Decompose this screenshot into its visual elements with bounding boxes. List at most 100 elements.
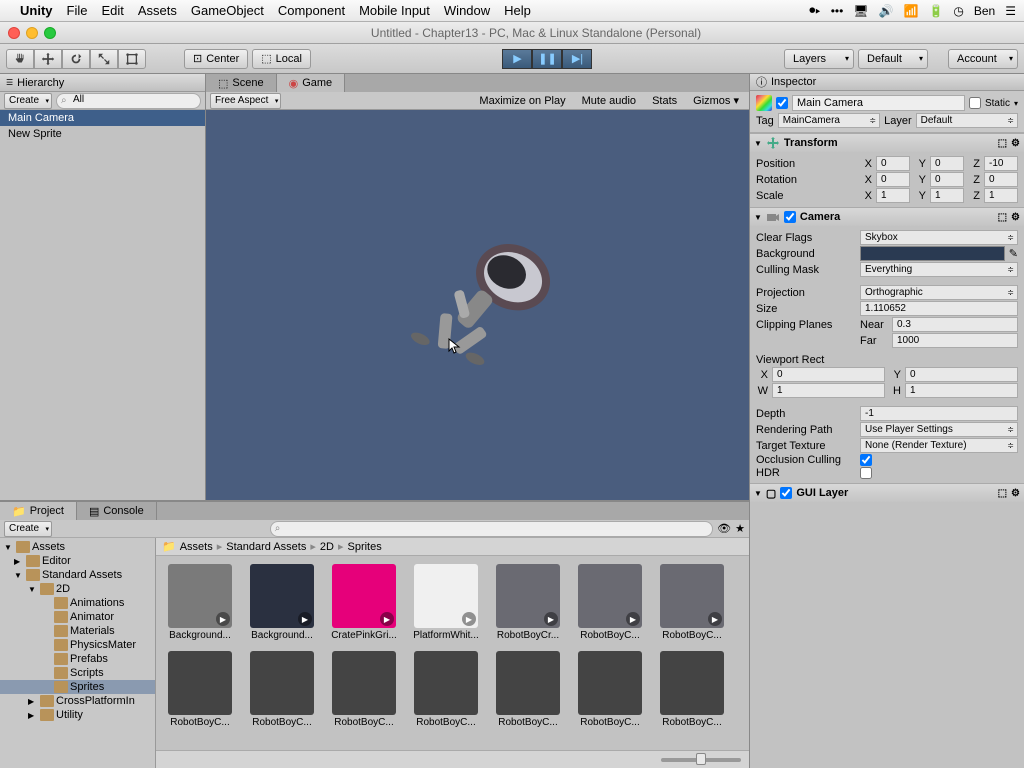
rendering-path-dropdown[interactable]: Use Player Settings (860, 422, 1018, 437)
tree-scripts[interactable]: Scripts (0, 666, 155, 680)
rotation-y-input[interactable] (930, 172, 964, 187)
mute-toggle[interactable]: Mute audio (576, 95, 642, 107)
viewport-w-input[interactable] (772, 383, 885, 398)
pivot-local-button[interactable]: ⬚Local (252, 49, 311, 69)
hierarchy-item-main-camera[interactable]: Main Camera (0, 110, 205, 126)
layout-dropdown[interactable]: Default (858, 49, 928, 69)
hierarchy-search-input[interactable]: All (56, 93, 201, 109)
aspect-dropdown[interactable]: Free Aspect (210, 93, 281, 109)
tree-animator[interactable]: Animator (0, 610, 155, 624)
filter-icon[interactable]: 👁 (717, 522, 731, 535)
tree-assets[interactable]: ▼Assets (0, 540, 155, 554)
maximize-toggle[interactable]: Maximize on Play (473, 95, 571, 107)
pause-button[interactable]: ❚❚ (532, 49, 562, 69)
scale-z-input[interactable] (984, 188, 1018, 203)
console-tab[interactable]: ▤Console (77, 502, 157, 520)
viewport-x-input[interactable] (772, 367, 885, 382)
position-y-input[interactable] (930, 156, 964, 171)
username[interactable]: Ben (974, 4, 995, 18)
project-create-dropdown[interactable]: Create (4, 521, 52, 537)
menu-file[interactable]: File (67, 3, 88, 18)
asset-item[interactable]: RobotBoyC... (410, 651, 482, 728)
breadcrumb-item[interactable]: 2D (320, 541, 334, 553)
display-icon[interactable]: 🖥 (853, 4, 868, 18)
account-dropdown[interactable]: Account (948, 49, 1018, 69)
help-icon[interactable]: ⬚ (998, 212, 1007, 223)
collapse-icon[interactable]: ▼ (754, 139, 762, 148)
menu-edit[interactable]: Edit (101, 3, 123, 18)
rotation-x-input[interactable] (876, 172, 910, 187)
tree-sprites[interactable]: Sprites (0, 680, 155, 694)
clear-flags-dropdown[interactable]: Skybox (860, 230, 1018, 245)
menu-help[interactable]: Help (504, 3, 531, 18)
asset-item[interactable]: ▶RobotBoyCr... (492, 564, 564, 641)
background-color-field[interactable] (860, 246, 1005, 261)
active-checkbox[interactable] (776, 97, 788, 109)
hierarchy-create-dropdown[interactable]: Create (4, 93, 52, 109)
play-button[interactable]: ▶ (502, 49, 532, 69)
tag-dropdown[interactable]: MainCamera (778, 113, 880, 128)
tree-materials[interactable]: Materials (0, 624, 155, 638)
rotate-tool-button[interactable] (62, 49, 90, 69)
hierarchy-tab[interactable]: ☰ Hierarchy (0, 74, 205, 92)
asset-item[interactable]: RobotBoyC... (328, 651, 400, 728)
menu-window[interactable]: Window (444, 3, 490, 18)
layer-dropdown[interactable]: Default (916, 113, 1018, 128)
tree-2d[interactable]: ▼2D (0, 582, 155, 596)
tree-crossplatform[interactable]: ▶CrossPlatformIn (0, 694, 155, 708)
maximize-window-button[interactable] (44, 27, 56, 39)
clock-icon[interactable]: ◷ (953, 4, 963, 18)
layers-dropdown[interactable]: Layers (784, 49, 854, 69)
hand-tool-button[interactable] (6, 49, 34, 69)
menu-unity[interactable]: Unity (20, 3, 53, 18)
position-z-input[interactable] (984, 156, 1018, 171)
asset-item[interactable]: ▶Background... (246, 564, 318, 641)
minimize-window-button[interactable] (26, 27, 38, 39)
asset-item[interactable]: ▶CratePinkGri... (328, 564, 400, 641)
close-window-button[interactable] (8, 27, 20, 39)
occlusion-checkbox[interactable] (860, 454, 872, 466)
gui-layer-checkbox[interactable] (780, 487, 792, 499)
breadcrumb-item[interactable]: Sprites (347, 541, 381, 553)
step-button[interactable]: ▶| (562, 49, 592, 69)
pivot-center-button[interactable]: ⊡Center (184, 49, 248, 69)
hierarchy-item-new-sprite[interactable]: New Sprite (0, 126, 205, 142)
size-input[interactable] (860, 301, 1018, 316)
dots-icon[interactable]: ••• (831, 4, 844, 18)
project-tab[interactable]: 📁Project (0, 502, 77, 520)
collapse-icon[interactable]: ▼ (754, 213, 762, 222)
transform-header[interactable]: ▼ Transform ⬚ ⚙ (750, 134, 1024, 152)
asset-item[interactable]: RobotBoyC... (492, 651, 564, 728)
scale-tool-button[interactable] (90, 49, 118, 69)
asset-item[interactable]: RobotBoyC... (164, 651, 236, 728)
viewport-h-input[interactable] (905, 383, 1018, 398)
menu-assets[interactable]: Assets (138, 3, 177, 18)
far-input[interactable] (892, 333, 1018, 348)
help-icon[interactable]: ⬚ (998, 138, 1007, 149)
inspector-tab[interactable]: ⓘ Inspector (750, 74, 1024, 91)
object-name-input[interactable] (792, 95, 965, 111)
breadcrumb-item[interactable]: Standard Assets (226, 541, 306, 553)
eyedropper-icon[interactable]: ✎ (1009, 247, 1018, 260)
breadcrumb-item[interactable]: Assets (180, 541, 213, 553)
gui-layer-header[interactable]: ▼▢GUI Layer⬚⚙ (750, 484, 1024, 502)
menu-component[interactable]: Component (278, 3, 345, 18)
asset-item[interactable]: ▶RobotBoyC... (574, 564, 646, 641)
volume-icon[interactable]: 🔊 (879, 4, 894, 18)
position-x-input[interactable] (876, 156, 910, 171)
game-tab[interactable]: ◉Game (277, 74, 346, 92)
viewport-y-input[interactable] (905, 367, 1018, 382)
near-input[interactable] (892, 317, 1018, 332)
depth-input[interactable] (860, 406, 1018, 421)
rect-tool-button[interactable] (118, 49, 146, 69)
menu-mobileinput[interactable]: Mobile Input (359, 3, 430, 18)
tree-physics[interactable]: PhysicsMater (0, 638, 155, 652)
scene-tab[interactable]: ⬚Scene (206, 74, 277, 92)
menu-gameobject[interactable]: GameObject (191, 3, 264, 18)
object-icon[interactable] (756, 95, 772, 111)
tree-animations[interactable]: Animations (0, 596, 155, 610)
project-search-input[interactable] (270, 521, 713, 537)
wifi-icon[interactable]: 📶 (903, 4, 918, 18)
hdr-checkbox[interactable] (860, 467, 872, 479)
tree-utility[interactable]: ▶Utility (0, 708, 155, 722)
